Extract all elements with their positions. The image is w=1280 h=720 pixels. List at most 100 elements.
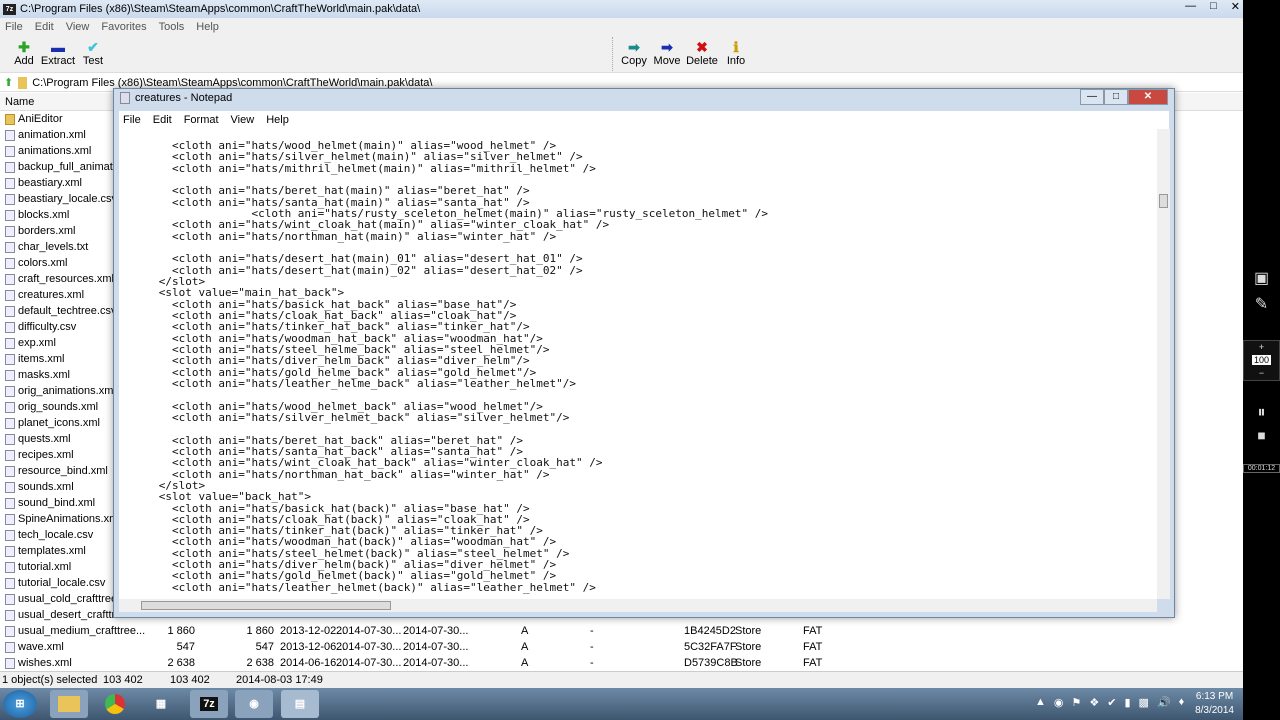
extract-button[interactable]: ▬ Extract bbox=[40, 39, 76, 67]
maximize-button[interactable]: □ bbox=[1210, 0, 1217, 13]
file-icon bbox=[5, 658, 15, 669]
network-app-icon[interactable]: ❖ bbox=[1089, 696, 1099, 709]
steam-tray-icon[interactable]: ◉ bbox=[1054, 696, 1064, 709]
start-button[interactable]: ⊞ bbox=[3, 690, 37, 718]
button-label: Copy bbox=[621, 55, 647, 67]
file-row[interactable]: wishes.xml 2 638 2 638 2014-06-16... 2014-07… bbox=[0, 655, 1243, 671]
close-button[interactable]: ✕ bbox=[1231, 0, 1240, 13]
pen-icon[interactable]: ✎ bbox=[1243, 294, 1280, 314]
file-name: backup_full_animatio bbox=[18, 161, 122, 173]
notepad-text-area[interactable]: <cloth ani="hats/wood_helmet(main)" alia… bbox=[119, 129, 1157, 599]
horizontal-scroll-thumb[interactable] bbox=[141, 601, 391, 610]
file-icon bbox=[5, 578, 15, 589]
file-icon bbox=[5, 626, 15, 637]
menu-favorites[interactable]: Favorites bbox=[101, 21, 146, 33]
clock[interactable]: 6:13 PM 8/3/2014 bbox=[1195, 690, 1234, 718]
file-icon bbox=[5, 354, 15, 365]
menu-tools[interactable]: Tools bbox=[159, 21, 185, 33]
taskbar-explorer-icon[interactable] bbox=[50, 690, 88, 718]
notepad-menu-view[interactable]: View bbox=[231, 114, 255, 126]
notepad-menu-file[interactable]: File bbox=[123, 114, 141, 126]
camera-icon[interactable]: ▣ bbox=[1243, 268, 1280, 288]
cell-host: FAT bbox=[803, 657, 823, 669]
cell-method: Store bbox=[735, 625, 762, 637]
dropbox-icon[interactable]: ♦ bbox=[1179, 696, 1185, 709]
copy-button[interactable]: ➡ Copy bbox=[616, 39, 652, 67]
file-icon bbox=[5, 178, 15, 189]
file-icon bbox=[5, 242, 15, 253]
cell-packed: 1 860 bbox=[246, 625, 274, 637]
notepad-close-button[interactable]: ✕ bbox=[1128, 89, 1168, 105]
battery-icon[interactable]: ▮ bbox=[1124, 696, 1130, 709]
file-name: orig_animations.xml bbox=[18, 385, 116, 397]
button-label: Test bbox=[82, 55, 104, 67]
cell-method: Store bbox=[735, 641, 762, 653]
recording-timer: 00:01:12 bbox=[1243, 464, 1280, 473]
cell-accessed: 2014-07-30... bbox=[403, 657, 469, 669]
taskbar-steam-icon[interactable]: ◉ bbox=[235, 690, 273, 718]
minimize-button[interactable]: — bbox=[1185, 0, 1196, 13]
notepad-menu-edit[interactable]: Edit bbox=[153, 114, 172, 126]
file-name: SpineAnimations.xml bbox=[18, 513, 121, 525]
file-row[interactable]: wave.xml 547 547 2013-12-06... 2014-07-30...… bbox=[0, 639, 1243, 655]
info-icon: ℹ bbox=[733, 39, 739, 55]
file-icon bbox=[5, 306, 15, 317]
notepad-minimize-button[interactable]: — bbox=[1080, 89, 1104, 105]
file-icon bbox=[5, 146, 15, 157]
file-name: sounds.xml bbox=[18, 481, 74, 493]
file-icon bbox=[5, 274, 15, 285]
address-path: C:\Program Files (x86)\Steam\SteamApps\c… bbox=[32, 76, 433, 89]
arrow-right-icon: ➡ bbox=[628, 39, 640, 55]
horizontal-scrollbar[interactable] bbox=[119, 599, 1157, 612]
info-button[interactable]: ℹ Info bbox=[718, 39, 754, 67]
delete-button[interactable]: ✖ Delete bbox=[684, 39, 720, 67]
file-icon bbox=[5, 466, 15, 477]
signal-icon[interactable]: ▩ bbox=[1139, 696, 1149, 709]
menu-file[interactable]: File bbox=[5, 21, 23, 33]
taskbar-notepad-icon[interactable]: ▤ bbox=[281, 690, 319, 718]
plus-icon: ✚ bbox=[18, 39, 30, 55]
zoom-value: 100 bbox=[1251, 355, 1272, 365]
cell-accessed: 2014-07-30... bbox=[403, 641, 469, 653]
file-row[interactable]: usual_medium_crafttree... 1 860 1 860 2013-… bbox=[0, 623, 1243, 639]
move-button[interactable]: ➡ Move bbox=[649, 39, 685, 67]
notepad-menu-format[interactable]: Format bbox=[184, 114, 219, 126]
taskbar-calculator-icon[interactable]: ▦ bbox=[142, 690, 180, 718]
taskbar-7zip-icon[interactable]: 7z bbox=[190, 690, 228, 718]
stop-icon[interactable]: ⏹ bbox=[1243, 428, 1280, 446]
notepad-title-bar: creatures - Notepad bbox=[120, 92, 232, 104]
security-icon[interactable]: ✔ bbox=[1107, 696, 1116, 709]
notepad-menu-help[interactable]: Help bbox=[266, 114, 289, 126]
cell-host: FAT bbox=[803, 625, 823, 637]
vertical-scrollbar[interactable] bbox=[1157, 129, 1170, 599]
add-button[interactable]: ✚ Add bbox=[6, 39, 42, 67]
menu-view[interactable]: View bbox=[66, 21, 90, 33]
vertical-scroll-thumb[interactable] bbox=[1159, 194, 1168, 208]
clock-date: 8/3/2014 bbox=[1195, 705, 1234, 716]
menu-edit[interactable]: Edit bbox=[35, 21, 54, 33]
taskbar-chrome-icon[interactable] bbox=[96, 690, 134, 718]
file-icon bbox=[5, 514, 15, 525]
notepad-icon bbox=[120, 92, 130, 104]
status-date: 2014-08-03 17:49 bbox=[236, 674, 323, 686]
status-packed: 103 402 bbox=[170, 674, 210, 686]
action-center-flag-icon[interactable]: ⚑ bbox=[1072, 696, 1082, 709]
file-name: wishes.xml bbox=[18, 657, 72, 669]
file-name: AniEditor bbox=[18, 113, 63, 125]
notepad-window-controls: — □ ✕ bbox=[1080, 89, 1168, 105]
up-folder-icon[interactable]: ⬆ bbox=[4, 76, 13, 89]
pause-icon[interactable]: ⏸ bbox=[1243, 404, 1280, 422]
menu-help[interactable]: Help bbox=[196, 21, 219, 33]
file-icon bbox=[5, 610, 15, 621]
cell-packed: 547 bbox=[255, 641, 274, 653]
show-hidden-icons[interactable]: ▲ bbox=[1035, 696, 1046, 709]
file-name: resource_bind.xml bbox=[18, 465, 108, 477]
volume-icon[interactable]: 🔊 bbox=[1157, 696, 1171, 709]
test-button[interactable]: ✔ Test bbox=[75, 39, 111, 67]
file-icon bbox=[5, 498, 15, 509]
file-icon bbox=[5, 290, 15, 301]
file-name: blocks.xml bbox=[18, 209, 70, 221]
file-name: sound_bind.xml bbox=[18, 497, 96, 509]
file-name: usual_medium_crafttree... bbox=[18, 625, 146, 637]
notepad-maximize-button[interactable]: □ bbox=[1104, 89, 1128, 105]
